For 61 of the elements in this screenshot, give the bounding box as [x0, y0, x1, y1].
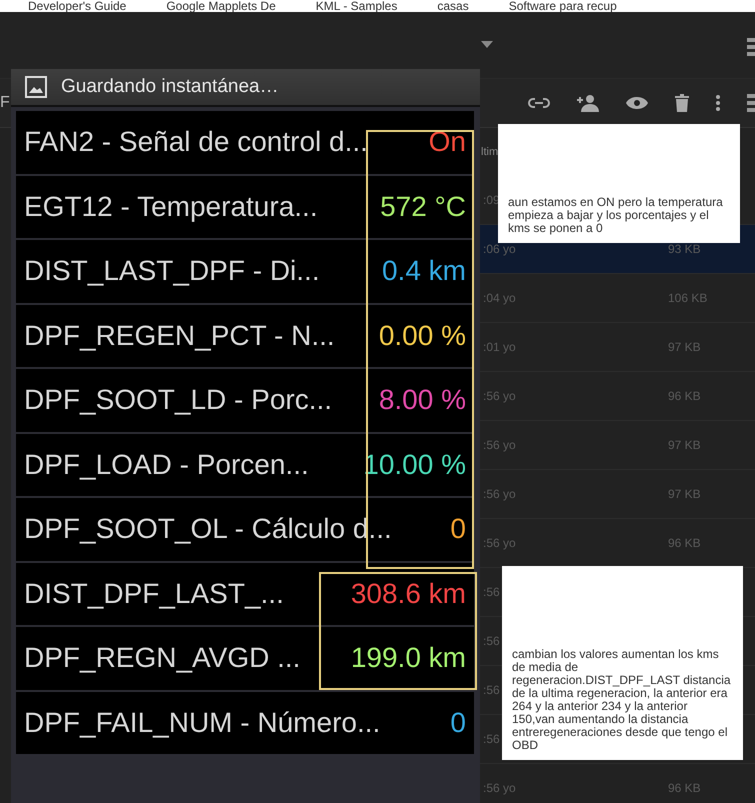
file-size: 97 KB — [668, 487, 701, 501]
file-size: 96 KB — [668, 389, 701, 403]
bookmark-link[interactable]: casas — [437, 0, 469, 12]
eye-icon[interactable] — [626, 96, 648, 110]
add-person-icon[interactable] — [577, 94, 599, 112]
sensor-value: 572 °C — [380, 190, 466, 223]
sensor-row[interactable]: DIST_LAST_DPF - Di... 0.4 km — [16, 240, 474, 302]
sensor-value: 308.6 km — [350, 578, 466, 610]
comment-tooltip: cambian los valores aumentan los kms de media de regeneracion.DIST_DPF_LAST distancia de la ultima regeneracion, la anterior era 264 y la anterior 234 y la anterior 150,van aumentando la distancia entreregeneraciones desde que tengo el OBD — [502, 566, 743, 760]
file-size: 96 KB — [668, 781, 701, 795]
caret-icon[interactable] — [481, 41, 493, 48]
image-icon — [25, 76, 47, 98]
sensor-value: 0.00 % — [378, 320, 466, 352]
modified-time: :56 yo — [483, 487, 516, 501]
modified-time: :56 yo — [483, 438, 516, 452]
sensor-name: DIST_LAST_DPF - Di... — [24, 255, 320, 288]
sensor-row[interactable]: EGT12 - Temperatura... 572 °C — [16, 176, 474, 238]
modified-time: :04 yo — [483, 291, 516, 305]
sensor-row[interactable]: FAN2 - Señal de control d... On — [16, 111, 474, 174]
grid-icon[interactable] — [747, 38, 755, 56]
sensor-row[interactable]: DPF_REGN_AVGD ... 199.0 km — [16, 627, 474, 690]
file-size: 97 KB — [668, 438, 701, 452]
link-icon[interactable] — [528, 97, 550, 109]
modified-time: :56 — [483, 585, 500, 599]
sensor-name: DPF_FAIL_NUM - Número... — [24, 706, 380, 739]
file-size: 93 KB — [668, 242, 701, 256]
modified-time: :56 yo — [483, 389, 516, 403]
sensor-value: 0 — [450, 706, 466, 739]
modified-time: :56 yo — [483, 781, 516, 795]
sensor-name: DPF_LOAD - Porcen... — [24, 448, 309, 481]
modified-time: :01 yo — [483, 340, 516, 354]
sensor-value: On — [428, 126, 466, 158]
modified-time: :56 — [483, 634, 500, 648]
trash-icon[interactable] — [675, 94, 689, 112]
more-icon[interactable] — [716, 95, 720, 111]
sensor-name: DPF_REGN_AVGD ... — [24, 642, 300, 674]
modified-time: :56 — [483, 683, 500, 697]
sensor-row[interactable]: DIST_DPF_LAST_... 308.6 km — [16, 562, 474, 625]
panel-title: Guardando instantánea… — [61, 76, 279, 98]
sensor-name: FAN2 - Señal de control d... — [24, 126, 368, 158]
sensor-value: 0.4 km — [382, 255, 466, 288]
column-heading[interactable]: ltim — [481, 146, 498, 158]
toolbar-letter: F — [0, 94, 10, 112]
file-size: 97 KB — [668, 340, 701, 354]
file-size: 96 KB — [668, 536, 701, 550]
sensor-row[interactable]: DPF_SOOT_LD - Porc... 8.00 % — [16, 369, 474, 432]
sensor-name: DPF_SOOT_LD - Porc... — [24, 384, 332, 416]
grid-icon[interactable] — [747, 94, 755, 112]
comment-tooltip: aun estamos en ON pero la temperatura empieza a bajar y los porcentajes y el kms se ponen a 0 — [498, 124, 740, 243]
modified-time: :56 yo — [483, 536, 516, 550]
modified-time: :56 — [483, 732, 500, 746]
sensor-row[interactable]: DPF_FAIL_NUM - Número... 0 — [16, 692, 474, 754]
sensor-name: EGT12 - Temperatura... — [24, 190, 318, 223]
sensor-row[interactable]: DPF_REGEN_PCT - N... 0.00 % — [16, 304, 474, 367]
sensor-name: DPF_REGEN_PCT - N... — [24, 320, 335, 352]
file-size: 106 KB — [668, 291, 708, 305]
sensor-name: DIST_DPF_LAST_... — [24, 578, 284, 610]
sensor-value: 0 — [450, 513, 466, 546]
sensor-value: 8.00 % — [378, 384, 466, 416]
sensor-value: 199.0 km — [350, 642, 466, 674]
modified-time: :06 yo — [483, 242, 516, 256]
